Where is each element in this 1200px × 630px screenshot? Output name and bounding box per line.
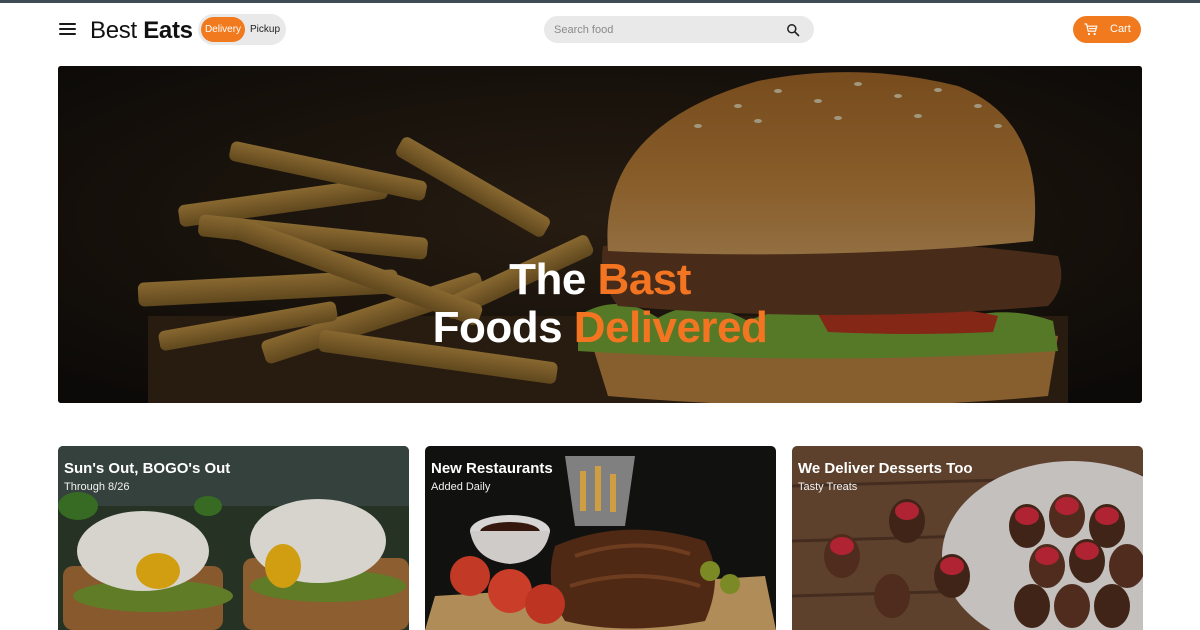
brand-logo[interactable]: Best Eats (90, 17, 193, 45)
promo-subtitle: Added Daily (431, 481, 491, 493)
header: Best Eats Delivery Pickup Cart (58, 14, 1142, 46)
search-input[interactable] (554, 16, 774, 43)
hero-line-1: The Bast (58, 256, 1142, 304)
hero-burger-fries-image (58, 66, 1142, 403)
brand-word-regular: Best (90, 17, 137, 44)
hero-line-1-accent: Bast (597, 255, 692, 304)
delivery-option[interactable]: Delivery (201, 17, 245, 42)
cart-button[interactable]: Cart (1073, 16, 1141, 43)
hamburger-menu-icon[interactable] (58, 20, 78, 38)
promo-card-desserts[interactable]: We Deliver Desserts Too Tasty Treats (792, 446, 1143, 630)
promo-title: New Restaurants (431, 460, 553, 477)
pickup-option[interactable]: Pickup (246, 17, 284, 42)
hero-line-2-accent: Delivered (573, 303, 768, 352)
top-border-strip (0, 0, 1200, 3)
promo-title: Sun's Out, BOGO's Out (64, 460, 231, 477)
promo-subtitle: Through 8/26 (64, 481, 130, 493)
cart-label: Cart (1110, 23, 1131, 35)
hero-line-2: Foods Delivered (58, 304, 1142, 352)
search-bar (544, 16, 814, 43)
hero-banner: The Bast Foods Delivered (58, 66, 1142, 403)
promo-title: We Deliver Desserts Too (798, 460, 973, 477)
hero-headline: The Bast Foods Delivered (58, 256, 1142, 352)
delivery-pickup-toggle: Delivery Pickup (198, 14, 286, 45)
brand-word-bold: Eats (143, 17, 193, 44)
promo-card-new-restaurants[interactable]: New Restaurants Added Daily (425, 446, 776, 630)
hero-line-1-white: The (509, 255, 586, 304)
shopping-cart-icon (1084, 23, 1098, 36)
search-icon[interactable] (786, 23, 800, 37)
promo-subtitle: Tasty Treats (798, 481, 858, 493)
hero-line-2-white: Foods (432, 303, 563, 352)
promo-card-bogo[interactable]: Sun's Out, BOGO's Out Through 8/26 (58, 446, 409, 630)
